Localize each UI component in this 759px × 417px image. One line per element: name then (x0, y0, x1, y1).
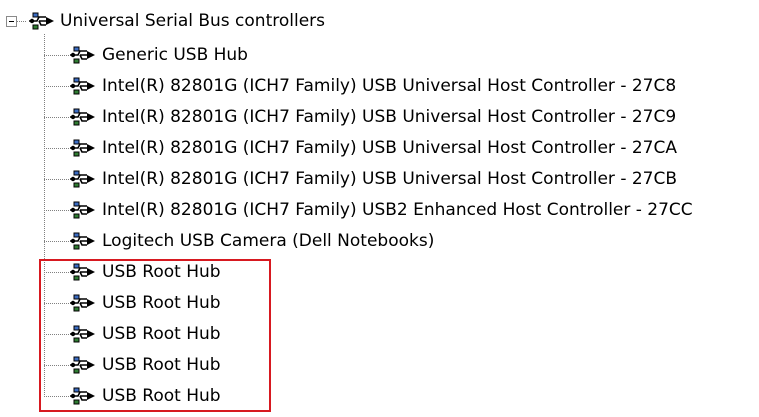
tree-node-enhanced-host-controller-27cc[interactable]: Intel(R) 82801G (ICH7 Family) USB2 Enhan… (44, 195, 693, 225)
tree-line (44, 85, 69, 87)
usb-icon (69, 136, 97, 160)
usb-icon (69, 353, 97, 377)
usb-icon (69, 167, 97, 191)
usb-icon (69, 198, 97, 222)
collapse-toggle[interactable] (6, 16, 17, 27)
device-tree: Universal Serial Bus controllers Generic… (0, 0, 759, 417)
tree-node-usb-root-hub[interactable]: USB Root Hub (44, 288, 221, 318)
usb-icon (69, 229, 97, 253)
minus-icon (9, 21, 14, 22)
usb-icon (69, 105, 97, 129)
tree-line (17, 21, 26, 22)
usb-icon (69, 384, 97, 408)
tree-line (44, 147, 69, 149)
tree-node-usb-root-hub[interactable]: USB Root Hub (44, 319, 221, 349)
tree-node-label: Universal Serial Bus controllers (60, 11, 326, 31)
tree-line (44, 240, 69, 242)
tree-node-usb-controllers[interactable]: Universal Serial Bus controllers (28, 7, 325, 35)
tree-node-usb-root-hub[interactable]: USB Root Hub (44, 350, 221, 380)
usb-icon (69, 322, 97, 346)
tree-line (44, 178, 69, 180)
tree-node-label: Intel(R) 82801G (ICH7 Family) USB Univer… (102, 169, 678, 189)
tree-line (44, 395, 69, 397)
tree-node-label: Intel(R) 82801G (ICH7 Family) USB Univer… (102, 76, 677, 96)
tree-line (44, 364, 69, 366)
tree-node-usb-root-hub[interactable]: USB Root Hub (44, 381, 221, 411)
tree-line (44, 116, 69, 118)
tree-node-label: Logitech USB Camera (Dell Notebooks) (102, 231, 435, 251)
tree-node-host-controller-27ca[interactable]: Intel(R) 82801G (ICH7 Family) USB Univer… (44, 133, 677, 163)
tree-node-logitech-camera[interactable]: Logitech USB Camera (Dell Notebooks) (44, 226, 434, 256)
tree-node-host-controller-27c9[interactable]: Intel(R) 82801G (ICH7 Family) USB Univer… (44, 102, 676, 132)
usb-icon (69, 43, 97, 67)
tree-node-label: USB Root Hub (102, 324, 221, 344)
tree-node-host-controller-27cb[interactable]: Intel(R) 82801G (ICH7 Family) USB Univer… (44, 164, 677, 194)
tree-node-label: Intel(R) 82801G (ICH7 Family) USB Univer… (102, 138, 677, 158)
tree-line (44, 333, 69, 335)
tree-node-label: USB Root Hub (102, 293, 221, 313)
usb-icon (28, 9, 56, 33)
tree-node-host-controller-27c8[interactable]: Intel(R) 82801G (ICH7 Family) USB Univer… (44, 71, 676, 101)
tree-node-label: Intel(R) 82801G (ICH7 Family) USB2 Enhan… (102, 200, 693, 220)
tree-line (44, 209, 69, 211)
tree-node-label: USB Root Hub (102, 262, 221, 282)
usb-icon (69, 291, 97, 315)
tree-node-label: USB Root Hub (102, 386, 221, 406)
tree-line (44, 302, 69, 304)
tree-node-label: Generic USB Hub (102, 45, 248, 65)
tree-node-usb-root-hub[interactable]: USB Root Hub (44, 257, 221, 287)
tree-node-label: USB Root Hub (102, 355, 221, 375)
tree-node-generic-usb-hub[interactable]: Generic USB Hub (44, 40, 248, 70)
tree-node-label: Intel(R) 82801G (ICH7 Family) USB Univer… (102, 107, 677, 127)
tree-line (44, 54, 69, 56)
usb-icon (69, 74, 97, 98)
tree-line (44, 271, 69, 273)
usb-icon (69, 260, 97, 284)
